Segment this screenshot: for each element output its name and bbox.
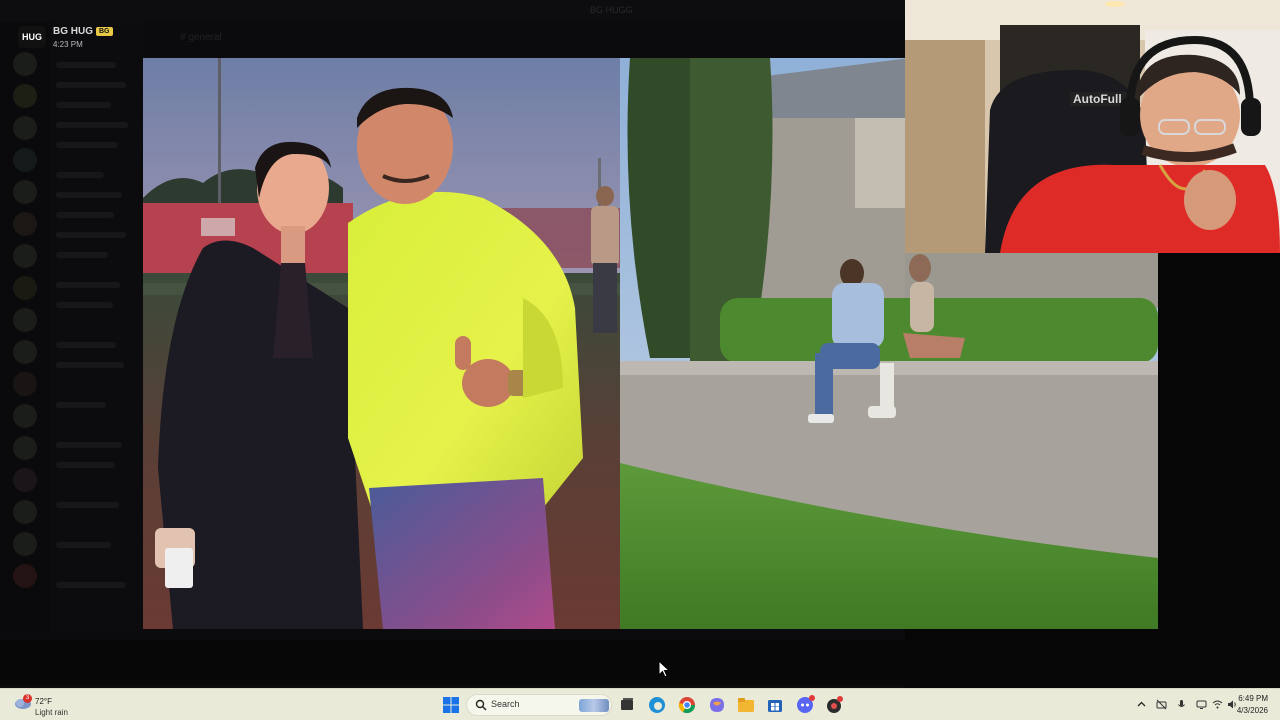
channel-item[interactable] <box>56 82 126 88</box>
clock-date[interactable]: 4/3/2026 <box>1237 706 1268 715</box>
channel-item[interactable] <box>56 102 111 108</box>
channel-item[interactable] <box>56 502 119 508</box>
overlay-username: BG HUG <box>53 26 93 37</box>
channel-item[interactable] <box>56 122 128 128</box>
server-icon[interactable] <box>13 372 37 396</box>
server-icon[interactable] <box>13 436 37 460</box>
store-icon[interactable] <box>764 694 786 716</box>
server-sidebar <box>0 22 50 632</box>
server-icon[interactable] <box>13 52 37 76</box>
microphone-icon[interactable] <box>1176 699 1187 710</box>
chevron-up-icon[interactable] <box>1136 699 1147 710</box>
search-icon <box>475 699 487 711</box>
server-icon[interactable] <box>13 532 37 556</box>
search-label: Search <box>491 699 520 709</box>
server-icon[interactable] <box>13 148 37 172</box>
weather-alert-badge: 3 <box>23 694 32 703</box>
server-icon[interactable] <box>13 180 37 204</box>
overlay-badge: BG <box>96 27 113 36</box>
task-view-icon[interactable] <box>616 694 638 716</box>
server-icon[interactable] <box>13 116 37 140</box>
webcam-feed: AutoFull <box>905 0 1280 253</box>
app-icon[interactable] <box>823 694 845 716</box>
channel-item[interactable] <box>56 342 116 348</box>
channel-item[interactable] <box>56 582 126 588</box>
overlay-timestamp: 4:23 PM <box>53 40 83 49</box>
channel-item[interactable] <box>56 542 111 548</box>
server-icon[interactable] <box>13 212 37 236</box>
weather-description: Light rain <box>35 708 68 717</box>
server-icon[interactable] <box>13 404 37 428</box>
display-icon[interactable] <box>1196 699 1207 710</box>
chair-brand-text: AutoFull <box>1073 92 1122 106</box>
background-title: BG HUGG <box>590 5 633 15</box>
wifi-icon[interactable] <box>1212 699 1223 710</box>
channel-item[interactable] <box>56 362 124 368</box>
channel-item[interactable] <box>56 212 114 218</box>
channel-item[interactable] <box>56 282 120 288</box>
webcam-illustration: AutoFull <box>905 0 1280 253</box>
mouse-cursor-icon <box>658 660 670 678</box>
server-icon[interactable] <box>13 468 37 492</box>
background-title-bar: BG HUGG <box>0 0 905 22</box>
network-off-icon[interactable] <box>1156 699 1167 710</box>
taskbar-search[interactable]: Search <box>466 694 612 716</box>
photo-illustration <box>143 58 620 629</box>
weather-widget[interactable]: 3 72°F Light rain <box>14 693 94 719</box>
copilot-icon[interactable] <box>706 694 728 716</box>
screen: BG HUGG # general HUG BG HUG BG 4:23 PM … <box>0 0 1280 720</box>
server-icon[interactable] <box>13 564 37 588</box>
channel-item[interactable] <box>56 442 122 448</box>
taskbar: 3 72°F Light rain Search 6:49 PM 4/3/202… <box>0 688 1280 720</box>
channel-item[interactable] <box>56 192 122 198</box>
system-tray: 6:49 PM 4/3/2026 <box>1132 689 1280 720</box>
channel-item[interactable] <box>56 462 115 468</box>
clock-time[interactable]: 6:49 PM <box>1238 694 1268 703</box>
left-photo <box>143 58 620 629</box>
server-icon[interactable] <box>13 276 37 300</box>
channel-logo: HUG <box>18 26 46 48</box>
channel-header: # general <box>180 32 222 43</box>
channel-list <box>50 22 143 632</box>
channel-item[interactable] <box>56 302 113 308</box>
discord-icon[interactable] <box>794 694 816 716</box>
server-icon[interactable] <box>13 500 37 524</box>
server-icon[interactable] <box>13 340 37 364</box>
server-icon[interactable] <box>13 308 37 332</box>
channel-item[interactable] <box>56 172 104 178</box>
start-icon[interactable] <box>440 694 462 716</box>
server-icon[interactable] <box>13 84 37 108</box>
chat-input-bar <box>0 640 1280 685</box>
channel-item[interactable] <box>56 252 108 258</box>
file-explorer-icon[interactable] <box>735 694 757 716</box>
server-icon[interactable] <box>13 244 37 268</box>
channel-item[interactable] <box>56 62 116 68</box>
chrome-icon[interactable] <box>676 694 698 716</box>
edge-icon[interactable] <box>646 694 668 716</box>
channel-item[interactable] <box>56 232 126 238</box>
search-highlight-image <box>579 699 609 712</box>
channel-item[interactable] <box>56 402 106 408</box>
weather-temperature: 72°F <box>35 697 52 706</box>
channel-item[interactable] <box>56 142 118 148</box>
